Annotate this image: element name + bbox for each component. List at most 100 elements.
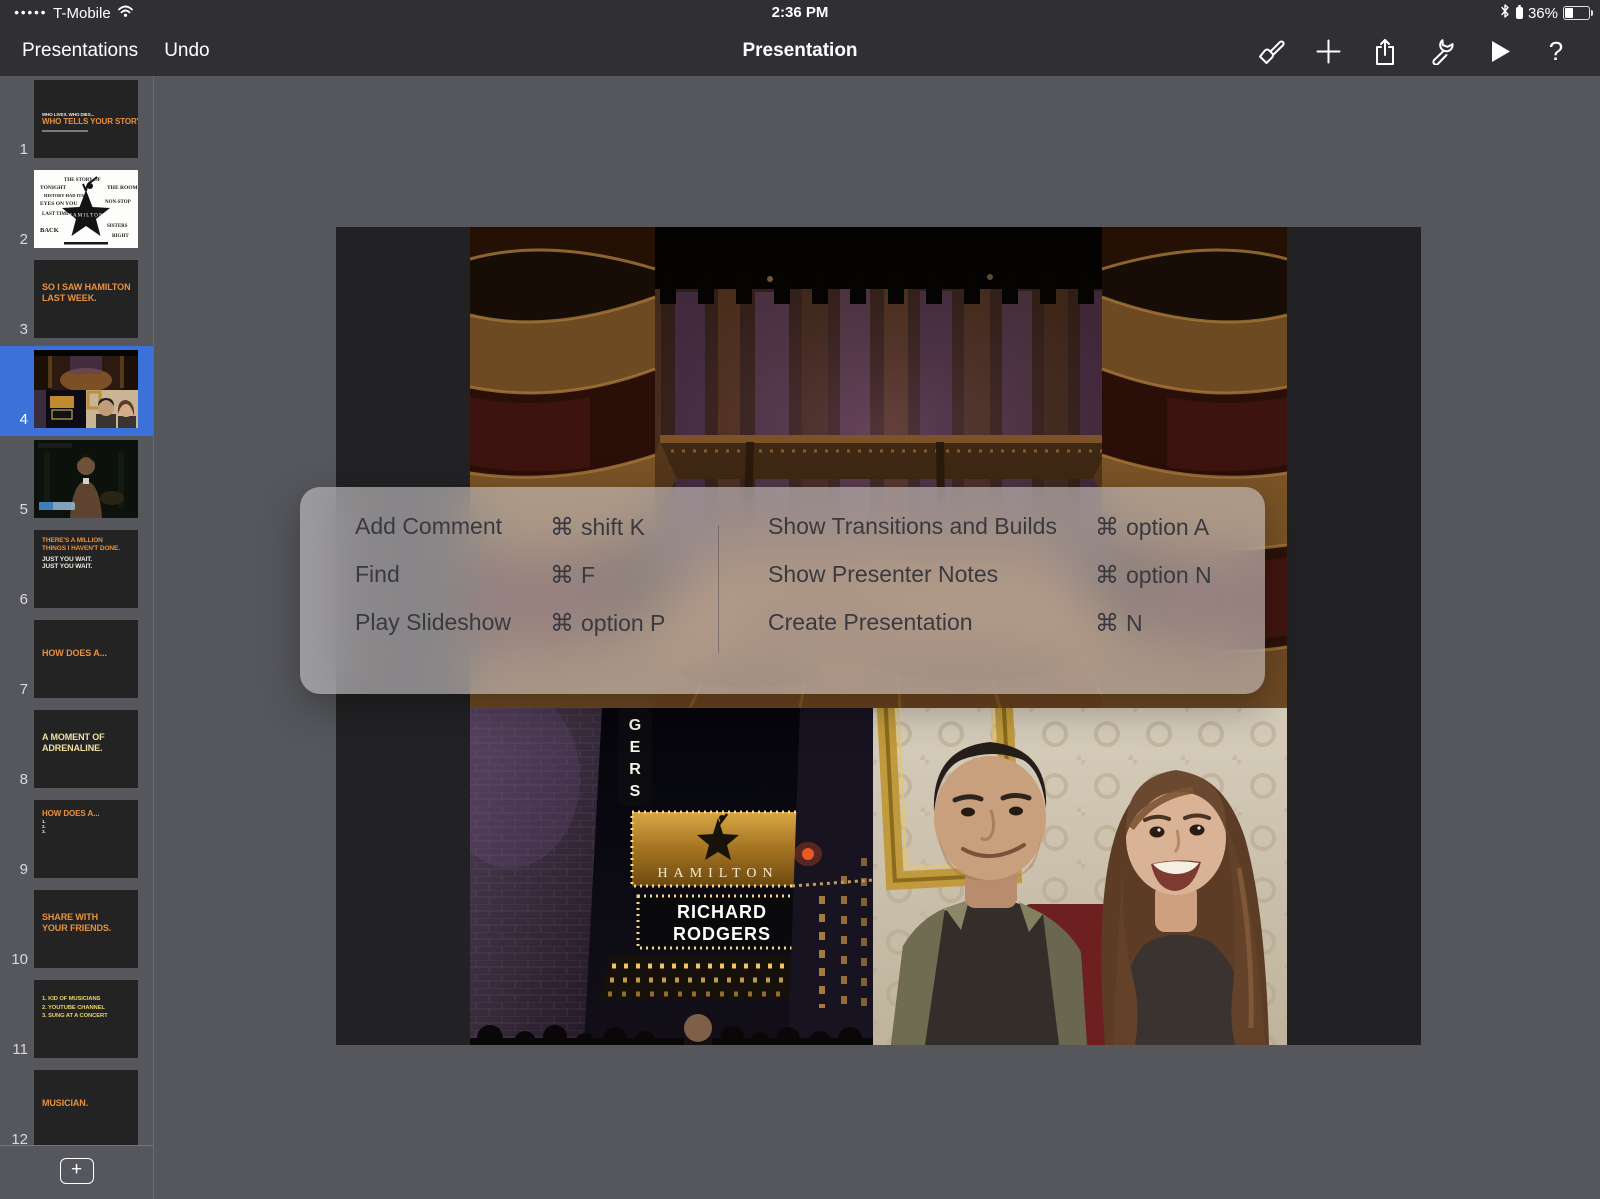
svg-text:HAMILTON: HAMILTON <box>68 214 104 219</box>
format-button[interactable] <box>1257 37 1285 65</box>
slide-thumbnail <box>34 440 138 518</box>
marquee-photo[interactable]: GERS HAMILTON RICHARD RODGERS <box>470 708 873 1045</box>
add-slide-button[interactable]: + <box>60 1158 94 1184</box>
slide-number: 4 <box>0 411 28 428</box>
shortcut-keys: ⌘shift K <box>550 513 645 542</box>
slide-navigator: 1 WHO LIVES. WHO DIES...WHO TELLS YOUR ST… <box>0 76 154 1199</box>
shortcut-label: Find <box>355 561 400 588</box>
thumbnail-text: HOW DOES A... <box>42 648 138 659</box>
slide-number: 11 <box>0 1041 28 1058</box>
slide-thumbnail: THERE'S A MILLIONTHINGS I HAVEN'T DONE. J… <box>34 530 138 608</box>
slide-number: 9 <box>0 861 28 878</box>
shortcut-keys: ⌘option A <box>1095 513 1209 542</box>
slide-row-8[interactable]: 8A MOMENT OFADRENALINE. <box>0 706 153 796</box>
thumbnail-text: 2. YOUTUBE CHANNEL <box>42 1004 138 1013</box>
thumbnail-text: LAST WEEK. <box>42 293 138 304</box>
thumbnail-text: JUST YOU WAIT. <box>42 563 138 571</box>
command-key-glyph: ⌘ <box>550 514 574 541</box>
slide-thumbnail: A MOMENT OFADRENALINE. <box>34 710 138 788</box>
slide-row-9[interactable]: 9 HOW DOES A...1.2.3. <box>0 796 153 886</box>
thumbnail-text: HOW DOES A... <box>42 809 138 819</box>
command-key-glyph: ⌘ <box>550 610 574 637</box>
slide-thumbnail: HOW DOES A...1.2.3. <box>34 800 138 878</box>
shortcut-keys: ⌘N <box>1095 609 1143 638</box>
marquee-photo-graphic: GERS HAMILTON RICHARD RODGERS <box>470 708 873 1045</box>
slide-thumbnail: 1. KID OF MUSICIANS2. YOUTUBE CHANNEL3. … <box>34 980 138 1058</box>
shortcut-keys: ⌘F <box>550 561 595 590</box>
slide-list: 1 WHO LIVES. WHO DIES...WHO TELLS YOUR ST… <box>0 76 153 1145</box>
play-icon <box>1486 38 1513 65</box>
thumbnail-text: 3. SUNG AT A CONCERT <box>42 1012 138 1021</box>
status-bar: ●●●●● T-Mobile 2:36 PM 36% <box>0 0 1600 26</box>
command-key-glyph: ⌘ <box>1095 610 1119 637</box>
slide-number: 5 <box>0 501 28 518</box>
help-button[interactable]: ? <box>1542 37 1570 65</box>
thumbnail-text: THERE'S A MILLION <box>42 537 138 545</box>
svg-text:THE ROOM: THE ROOM <box>107 185 138 191</box>
svg-text:EYES ON YOU: EYES ON YOU <box>40 201 77 207</box>
slide-number: 1 <box>0 141 28 158</box>
selfie-photo[interactable] <box>873 708 1287 1045</box>
paintbrush-icon <box>1257 37 1285 65</box>
svg-text:NON-STOP: NON-STOP <box>105 200 131 205</box>
slide-row-2[interactable]: 2 THE STORY OF TONIGHT THE ROOM HISTORY … <box>0 166 153 256</box>
svg-text:TONIGHT: TONIGHT <box>40 185 67 191</box>
thumbnail-text: ADRENALINE. <box>42 743 138 754</box>
svg-text:RIGHT: RIGHT <box>112 234 129 239</box>
thumbnail-text: 3. <box>42 829 138 834</box>
slide-row-7[interactable]: 7 HOW DOES A... <box>0 616 153 706</box>
slide-thumbnail: WHO LIVES. WHO DIES...WHO TELLS YOUR STO… <box>34 80 138 158</box>
thumbnail-text: 1. KID OF MUSICIANS <box>42 995 138 1004</box>
add-button[interactable] <box>1314 37 1342 65</box>
command-key-glyph: ⌘ <box>1095 514 1119 541</box>
slide-thumbnail <box>34 350 138 428</box>
svg-text:LAST TIME: LAST TIME <box>42 212 70 217</box>
thumbnail-caption-bar <box>42 130 88 132</box>
toolbar: Presentations Undo Presentation ? <box>0 26 1600 76</box>
battery-percent: 36% <box>1528 5 1558 22</box>
shortcut-label: Show Transitions and Builds <box>768 513 1057 540</box>
plus-icon <box>1315 38 1342 65</box>
command-key-glyph: ⌘ <box>1095 562 1119 589</box>
shortcut-keys: ⌘option P <box>550 609 665 638</box>
slide-number: 10 <box>0 951 28 968</box>
slide-thumbnail: THE STORY OF TONIGHT THE ROOM HISTORY HA… <box>34 170 138 248</box>
thumbnail-text: A MOMENT OF <box>42 732 138 743</box>
share-button[interactable] <box>1371 37 1399 65</box>
shortcut-label: Add Comment <box>355 513 502 540</box>
shortcut-label: Play Slideshow <box>355 609 511 636</box>
slide-row-10[interactable]: 10 SHARE WITHYOUR FRIENDS. <box>0 886 153 976</box>
slide-row-6[interactable]: 6THERE'S A MILLIONTHINGS I HAVEN'T DONE.… <box>0 526 153 616</box>
slide-row-1[interactable]: 1 WHO LIVES. WHO DIES...WHO TELLS YOUR ST… <box>0 76 153 166</box>
wrench-icon <box>1428 37 1456 65</box>
slide-thumbnail: SO I SAW HAMILTONLAST WEEK. <box>34 260 138 338</box>
slide-row-11[interactable]: 11 1. KID OF MUSICIANS2. YOUTUBE CHANNEL3… <box>0 976 153 1066</box>
slide-number: 3 <box>0 321 28 338</box>
shortcut-keys: ⌘option N <box>1095 561 1212 590</box>
play-button[interactable] <box>1485 37 1513 65</box>
thumbnail-text: SHARE WITH <box>42 912 138 923</box>
svg-text:SISTERS: SISTERS <box>107 224 128 229</box>
slide-row-5[interactable]: 5 <box>0 436 153 526</box>
marquee-title-text: HAMILTON <box>657 866 778 881</box>
slide-thumbnail: MUSICIAN. <box>34 1070 138 1145</box>
svg-text:BACK: BACK <box>40 227 59 234</box>
thumbnail-text: JUST YOU WAIT. <box>42 556 138 564</box>
svg-text:HISTORY HAD ITS: HISTORY HAD ITS <box>44 193 84 198</box>
slide-number: 7 <box>0 681 28 698</box>
thumbnail-text: THINGS I HAVEN'T DONE. <box>42 545 138 553</box>
slide-number: 12 <box>0 1131 28 1145</box>
command-key-glyph: ⌘ <box>550 562 574 589</box>
slide-thumbnail: SHARE WITHYOUR FRIENDS. <box>34 890 138 968</box>
keyboard-shortcuts-overlay: Add Comment ⌘shift K Find ⌘F Play Slideshow ⌘… <box>300 487 1265 694</box>
share-icon <box>1372 37 1398 66</box>
battery-icon <box>1563 6 1590 20</box>
thumbnail-text: WHO TELLS YOUR STORY? <box>42 117 138 127</box>
slide-thumbnail: HOW DOES A... <box>34 620 138 698</box>
bluetooth-icon <box>1499 3 1511 24</box>
slide-row-12[interactable]: 12 MUSICIAN. <box>0 1066 153 1145</box>
slide-row-4[interactable]: 4 <box>0 346 153 436</box>
tools-button[interactable] <box>1428 37 1456 65</box>
slide-number: 2 <box>0 231 28 248</box>
slide-row-3[interactable]: 3 SO I SAW HAMILTONLAST WEEK. <box>0 256 153 346</box>
